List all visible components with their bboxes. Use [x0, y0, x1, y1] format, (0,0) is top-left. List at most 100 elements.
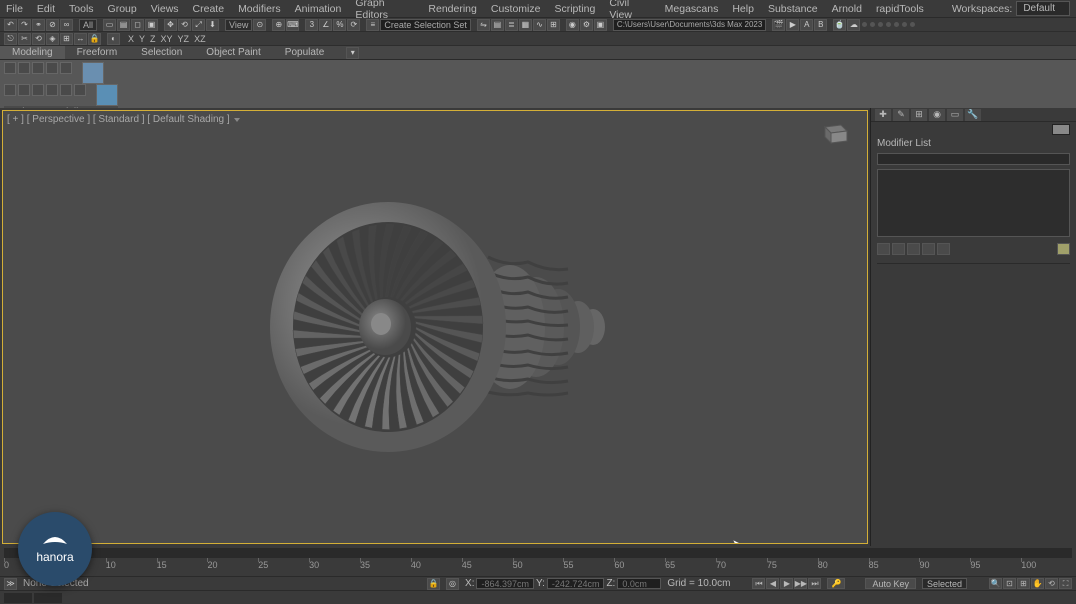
menu-megascans[interactable]: Megascans [665, 3, 719, 15]
coord-z-input[interactable]: 0.0cm [617, 578, 661, 589]
subobj-edge-icon[interactable] [18, 62, 30, 74]
isolate-icon[interactable]: ◎ [446, 578, 459, 590]
cmd-tab-hierarchy-icon[interactable]: ⊞ [911, 109, 927, 121]
link-icon[interactable]: ⚭ [32, 19, 45, 31]
layer-icon[interactable]: ≣ [505, 19, 518, 31]
poly-model-big2-icon[interactable] [96, 84, 118, 106]
workspace-dropdown[interactable]: Default [1016, 1, 1070, 16]
render-frame-icon[interactable]: ▣ [594, 19, 607, 31]
axis-yz-label[interactable]: YZ [176, 34, 192, 44]
scale-icon[interactable]: ⤢ [192, 19, 205, 31]
viewcube-icon[interactable] [817, 119, 853, 147]
keyboard-icon[interactable]: ⌨ [286, 19, 299, 31]
select-object-icon[interactable]: ▭ [103, 19, 116, 31]
coord-y-input[interactable]: -242.724cm [547, 578, 605, 589]
stack-show-icon[interactable] [892, 243, 905, 255]
percent-snap-icon[interactable]: % [333, 19, 346, 31]
render-a-icon[interactable]: A [800, 19, 813, 31]
align-icon[interactable]: ▤ [491, 19, 504, 31]
subobj-border-icon[interactable] [32, 62, 44, 74]
select-name-icon[interactable]: ▤ [117, 19, 130, 31]
poly-model-big-icon[interactable] [82, 62, 104, 84]
menu-edit[interactable]: Edit [37, 3, 55, 15]
subobj-opt5-icon[interactable] [60, 84, 72, 96]
menu-views[interactable]: Views [151, 3, 179, 15]
zoom-icon[interactable]: 🔍 [989, 578, 1002, 589]
axis-y-label[interactable]: Y [137, 34, 147, 44]
zoom-all-icon[interactable]: ⊡ [1003, 578, 1016, 589]
goto-end-icon[interactable]: ⏭ [808, 578, 821, 589]
render-iter-icon[interactable]: ▶ [786, 19, 799, 31]
stack-unique-icon[interactable] [907, 243, 920, 255]
pivot-icon[interactable]: ⊙ [253, 19, 266, 31]
curve-editor-icon[interactable]: ∿ [533, 19, 546, 31]
snap-icon[interactable]: 3 [305, 19, 318, 31]
cmd-tab-modify-icon[interactable]: ✎ [893, 109, 909, 121]
tab-object-paint[interactable]: Object Paint [194, 46, 272, 59]
max-viewport-icon[interactable]: ⛶ [1059, 578, 1072, 589]
subobj-opt2-icon[interactable] [18, 84, 30, 96]
attach-icon[interactable]: ⎋ [4, 33, 17, 45]
pan-icon[interactable]: ✋ [1031, 578, 1044, 589]
cmd-tab-display-icon[interactable]: ▭ [947, 109, 963, 121]
loop-icon[interactable]: ⟲ [32, 33, 45, 45]
constraint-icon[interactable]: ↔ [74, 33, 87, 45]
goto-start-icon[interactable]: ⏮ [752, 578, 765, 589]
subobj-opt6-icon[interactable] [74, 84, 86, 96]
ribbon-toggle-icon[interactable]: ▦ [519, 19, 532, 31]
subobj-vertex-icon[interactable] [4, 62, 16, 74]
grid-icon[interactable]: ⊞ [60, 33, 73, 45]
quickslice-icon[interactable]: ✂ [18, 33, 31, 45]
cmd-tab-create-icon[interactable]: ✚ [875, 109, 891, 121]
menu-civil-view[interactable]: Civil View [609, 0, 650, 21]
orbit-icon[interactable]: ⟲ [1045, 578, 1058, 589]
tab-freeform[interactable]: Freeform [65, 46, 130, 59]
axis-xy-label[interactable]: XY [159, 34, 175, 44]
zoom-ext-icon[interactable]: ⊞ [1017, 578, 1030, 589]
axis-z-label[interactable]: Z [148, 34, 158, 44]
menu-substance[interactable]: Substance [768, 3, 818, 15]
modifier-list-dropdown[interactable] [877, 153, 1070, 165]
menu-file[interactable]: File [6, 3, 23, 15]
prev-frame-icon[interactable]: ◀ [766, 578, 779, 589]
svg-icon[interactable]: ◐ [107, 33, 120, 45]
turbine-model[interactable] [263, 182, 633, 472]
selection-set-dropdown[interactable]: Create Selection Set [380, 19, 471, 31]
rotate-icon[interactable]: ⟲ [178, 19, 191, 31]
timeline-track[interactable] [4, 548, 1072, 558]
axis-xz-label[interactable]: XZ [192, 34, 208, 44]
render-b-icon[interactable]: B [814, 19, 827, 31]
play-icon[interactable]: ▶ [780, 578, 793, 589]
render-setup-icon[interactable]: ⚙ [580, 19, 593, 31]
selection-filter-dropdown[interactable]: All [79, 19, 97, 31]
spinner-snap-icon[interactable]: ⟳ [347, 19, 360, 31]
edit-named-icon[interactable]: ≡ [366, 19, 379, 31]
manipulate-icon[interactable]: ⊕ [272, 19, 285, 31]
subobj-opt3-icon[interactable] [32, 84, 44, 96]
menu-rapidtools[interactable]: rapidTools [876, 3, 924, 15]
object-color-swatch[interactable] [1052, 124, 1070, 135]
cmd-tab-motion-icon[interactable]: ◉ [929, 109, 945, 121]
axis-x-label[interactable]: X [126, 34, 136, 44]
menu-graph-editors[interactable]: Graph Editors [355, 0, 414, 21]
stack-remove-icon[interactable] [922, 243, 935, 255]
render-online-icon[interactable]: ☁ [847, 19, 860, 31]
timeline[interactable]: 0 5 10 15 20 25 30 35 40 45 50 55 60 65 … [0, 546, 1076, 576]
command-rollouts[interactable] [877, 263, 1070, 542]
subobj-opt1-icon[interactable] [4, 84, 16, 96]
menu-arnold[interactable]: Arnold [832, 3, 862, 15]
key-filter-dropdown[interactable]: Selected [922, 578, 967, 589]
stack-pin-icon[interactable] [877, 243, 890, 255]
place-icon[interactable]: ⬇ [206, 19, 219, 31]
move-icon[interactable]: ✥ [164, 19, 177, 31]
redo-icon[interactable]: ↷ [18, 19, 31, 31]
chevron-down-icon[interactable] [234, 118, 240, 122]
lock-icon[interactable]: 🔒 [88, 33, 101, 45]
bottom-tab-2[interactable] [34, 593, 62, 603]
render-last-icon[interactable]: 🍵 [833, 19, 846, 31]
subobj-element-icon[interactable] [60, 62, 72, 74]
schematic-icon[interactable]: ⊞ [547, 19, 560, 31]
maxscript-icon[interactable]: ≫ [4, 578, 17, 590]
menu-animation[interactable]: Animation [295, 3, 342, 15]
select-rect-icon[interactable]: ◻ [131, 19, 144, 31]
